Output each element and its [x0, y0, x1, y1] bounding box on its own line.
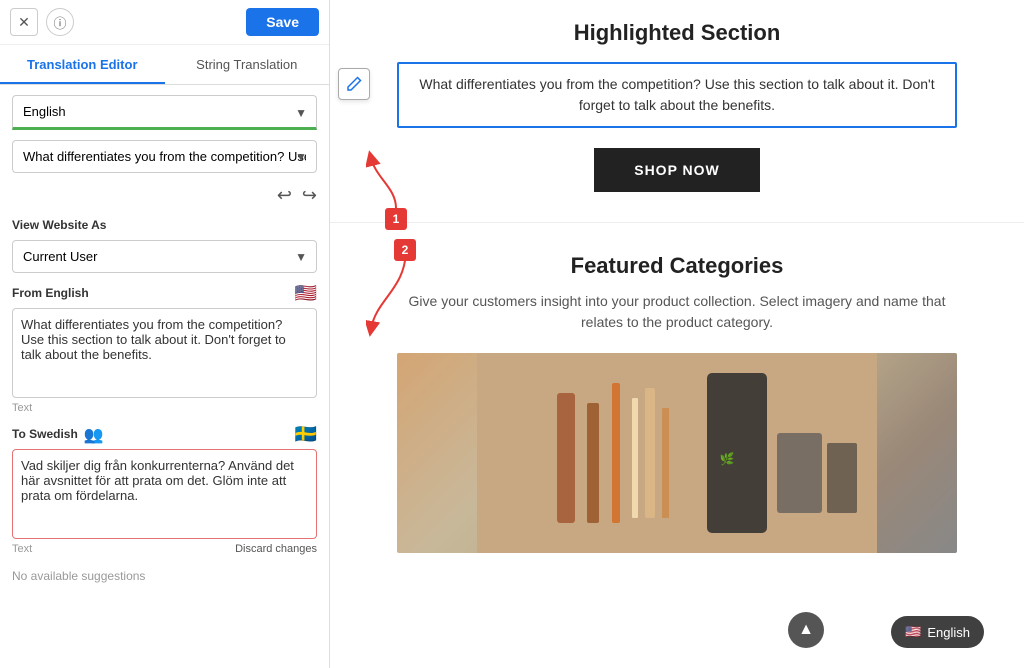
featured-section: Featured Categories Give your customers … — [330, 223, 1024, 573]
to-swedish-field-type: Text — [12, 543, 32, 555]
tab-string-translation[interactable]: String Translation — [165, 45, 330, 84]
right-panel: Highlighted Section What differentiates … — [330, 0, 1024, 668]
svg-text:🌿: 🌿 — [720, 452, 735, 466]
annotation-badge-2: 2 — [394, 239, 416, 261]
view-as-select-wrapper: Current User Admin Guest ▼ — [12, 240, 317, 273]
scroll-up-button[interactable]: ▲ — [788, 612, 824, 648]
left-panel: ✕ ⓘ Save Translation Editor String Trans… — [0, 0, 330, 668]
save-button[interactable]: Save — [246, 8, 319, 36]
no-suggestions-text: No available suggestions — [12, 565, 317, 587]
close-button[interactable]: ✕ — [10, 8, 38, 36]
english-badge-label: English — [927, 625, 970, 640]
annotation-2-group: 2 — [366, 239, 446, 339]
redo-button[interactable]: ↪ — [302, 185, 317, 206]
tab-translation-editor[interactable]: Translation Editor — [0, 45, 165, 84]
from-english-header: From English 🇺🇸 — [12, 283, 317, 304]
view-as-label: View Website As — [12, 218, 317, 232]
discard-changes-link[interactable]: Discard changes — [235, 543, 317, 555]
string-select[interactable]: What differentiates you from the competi… — [12, 140, 317, 173]
language-select[interactable]: English — [12, 95, 317, 130]
to-section-footer: Text Discard changes — [12, 543, 317, 555]
english-flag: 🇺🇸 — [295, 283, 317, 304]
highlighted-description: What differentiates you from the competi… — [397, 62, 957, 128]
annotation-1-group: 1 — [366, 148, 426, 240]
to-swedish-section: To Swedish 👥 🇸🇪 Vad skiljer dig från kon… — [12, 424, 317, 555]
panel-content: English ▼ What differentiates you from t… — [0, 85, 329, 597]
annotation-badge-1: 1 — [385, 208, 407, 230]
info-button[interactable]: ⓘ — [46, 8, 74, 36]
highlighted-section: Highlighted Section What differentiates … — [330, 0, 1024, 223]
language-select-wrapper: English ▼ — [12, 95, 317, 130]
shop-now-button[interactable]: SHOP NOW — [594, 148, 760, 192]
pencil-icon — [346, 76, 362, 92]
english-badge-flag: 🇺🇸 — [905, 624, 921, 640]
tabs-container: Translation Editor String Translation — [0, 45, 329, 85]
view-as-select[interactable]: Current User Admin Guest — [12, 240, 317, 273]
to-swedish-textarea[interactable]: Vad skiljer dig från konkurrenterna? Anv… — [12, 449, 317, 539]
highlighted-title: Highlighted Section — [360, 20, 994, 46]
add-users-icon: 👥 — [84, 425, 104, 445]
from-english-textarea[interactable]: What differentiates you from the competi… — [12, 308, 317, 398]
from-english-field-type: Text — [12, 402, 317, 414]
swedish-flag: 🇸🇪 — [295, 424, 317, 445]
to-swedish-header: To Swedish 👥 🇸🇪 — [12, 424, 317, 445]
featured-image-svg: 🌿 — [477, 353, 877, 553]
top-bar: ✕ ⓘ Save — [0, 0, 329, 45]
featured-title: Featured Categories — [360, 253, 994, 279]
edit-pencil-button[interactable] — [338, 68, 370, 100]
from-english-section: From English 🇺🇸 What differentiates you … — [12, 283, 317, 414]
to-swedish-label: To Swedish — [12, 427, 78, 441]
view-website-as-section: View Website As Current User Admin Guest… — [12, 218, 317, 273]
featured-description: Give your customers insight into your pr… — [397, 291, 957, 333]
string-select-wrapper: What differentiates you from the competi… — [12, 140, 317, 173]
english-badge[interactable]: 🇺🇸 English — [891, 616, 984, 648]
undo-redo-bar: ↩ ↪ — [12, 183, 317, 208]
featured-image: 🌿 — [397, 353, 957, 553]
from-english-label: From English — [12, 286, 89, 300]
undo-button[interactable]: ↩ — [277, 185, 292, 206]
